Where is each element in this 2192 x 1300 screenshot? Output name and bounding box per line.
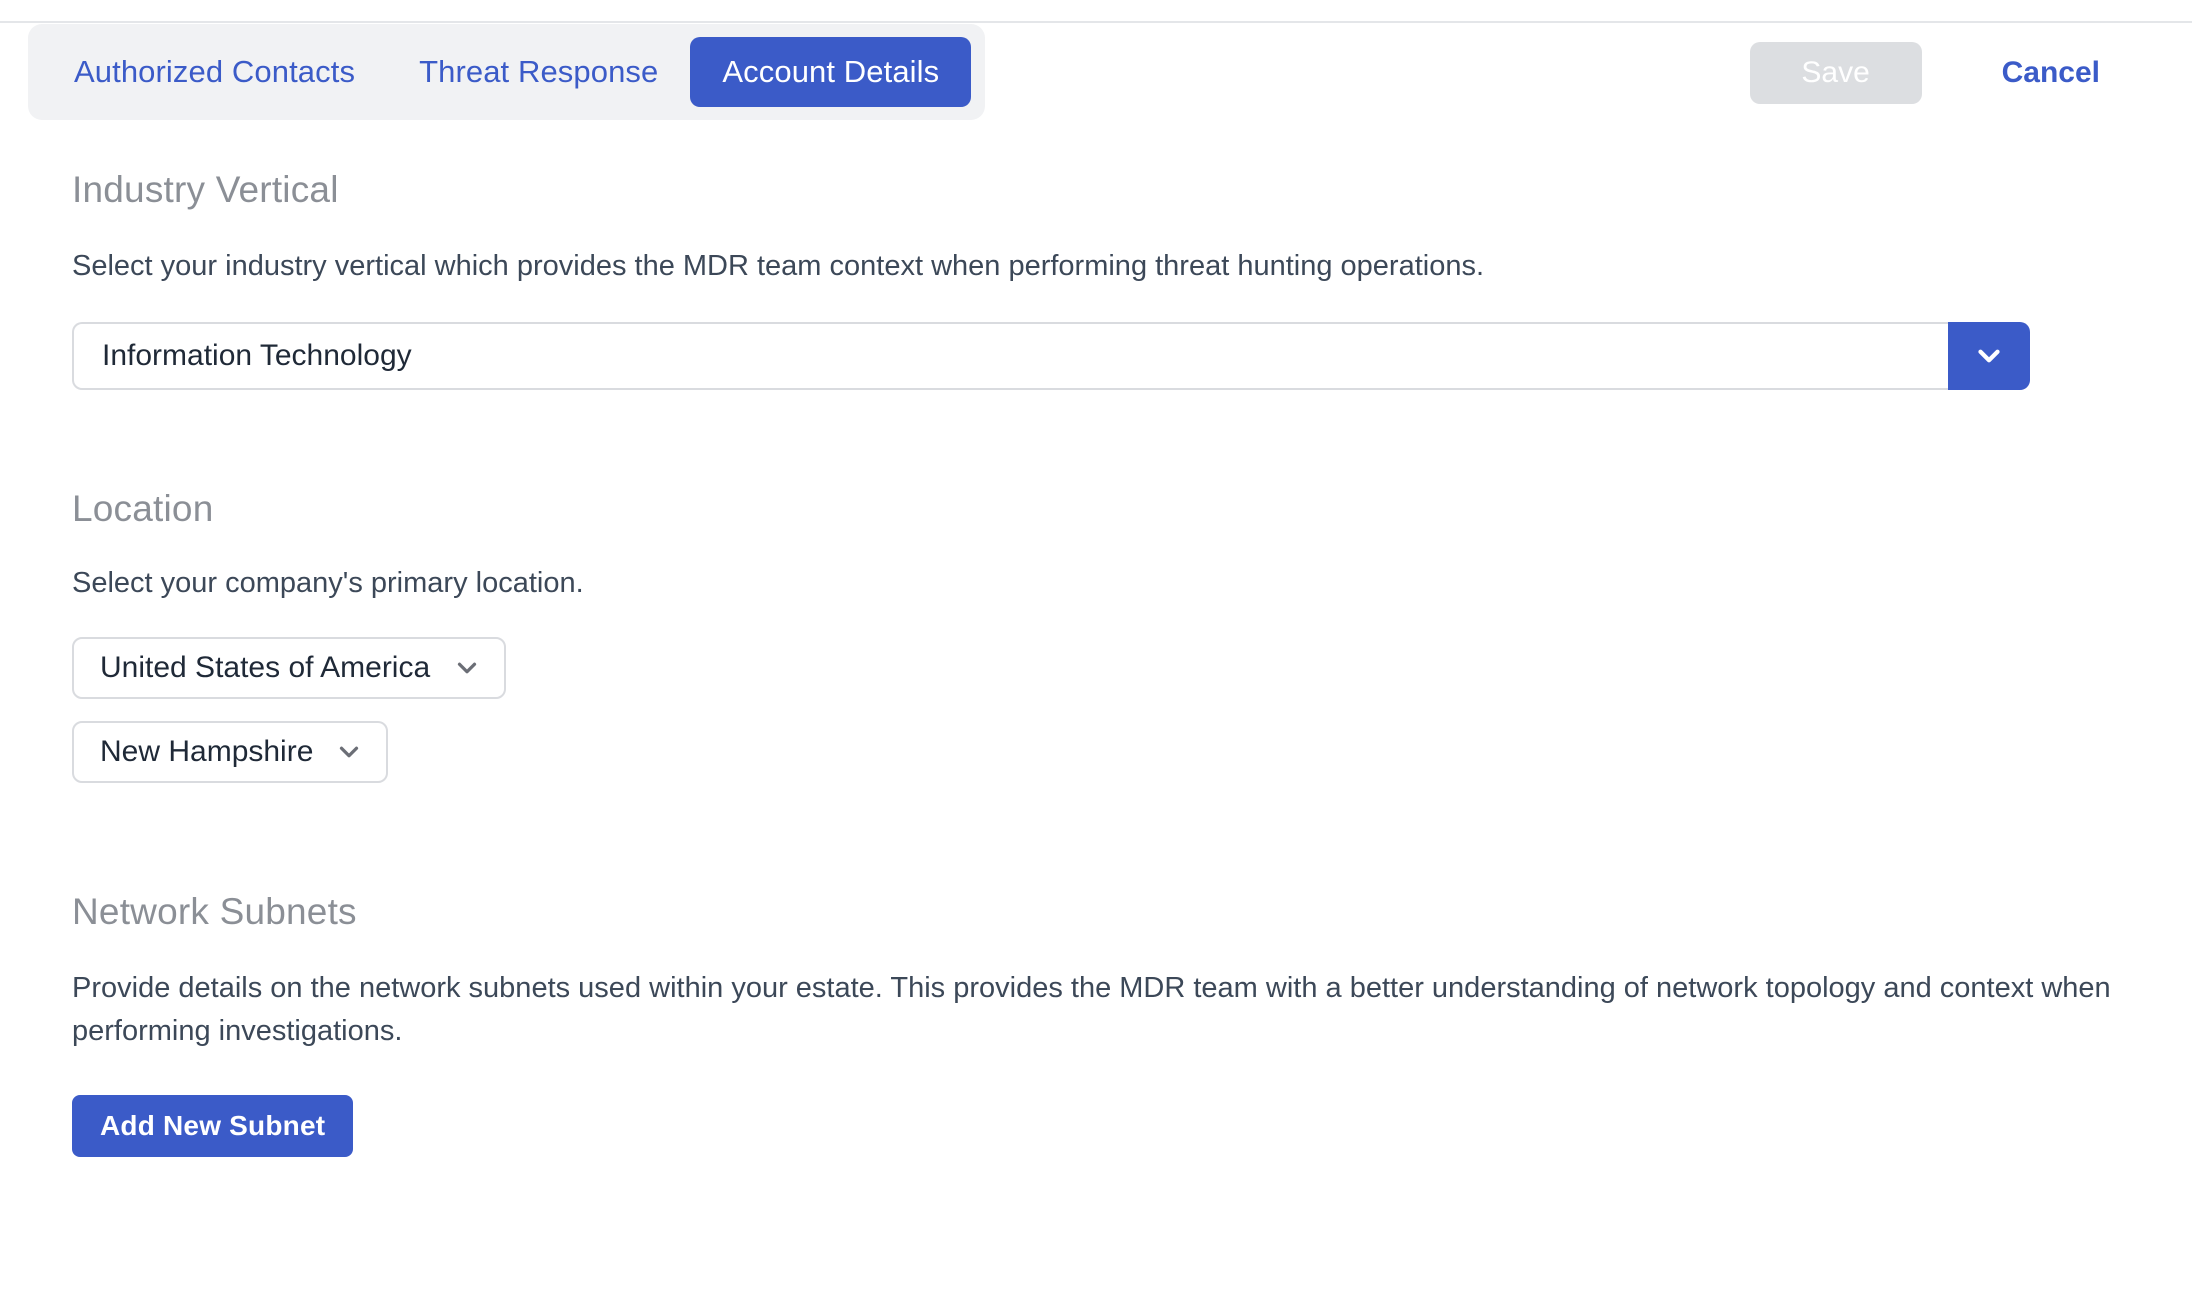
chevron-down-icon	[1972, 339, 2006, 373]
location-description: Select your company's primary location.	[72, 566, 584, 599]
cancel-button[interactable]: Cancel	[2002, 56, 2100, 90]
section-industry-vertical: Industry Vertical Select your industry v…	[0, 123, 2192, 390]
section-network-subnets: Network Subnets Provide details on the n…	[0, 783, 2192, 1157]
industry-vertical-input[interactable]	[72, 321, 1948, 390]
location-title: Location	[72, 487, 214, 529]
section-location: Location Select your company's primary l…	[0, 390, 2192, 783]
state-select-wrapper: New Hampshire	[72, 720, 388, 783]
page-content: Industry Vertical Select your industry v…	[0, 123, 2192, 1157]
industry-vertical-dropdown-button[interactable]	[1948, 321, 2030, 390]
network-subnets-description: Provide details on the network subnets u…	[72, 971, 2111, 1047]
tab-threat-response[interactable]: Threat Response	[387, 37, 690, 107]
industry-vertical-combobox	[72, 321, 2030, 390]
page-header: Authorized Contacts Threat Response Acco…	[0, 23, 2192, 123]
state-select[interactable]: New Hampshire	[72, 720, 388, 783]
industry-vertical-description: Select your industry vertical which prov…	[72, 250, 1485, 282]
tab-bar: Authorized Contacts Threat Response Acco…	[28, 24, 986, 120]
country-select-wrapper: United States of America	[72, 636, 506, 699]
industry-vertical-title: Industry Vertical	[72, 169, 339, 210]
network-subnets-title: Network Subnets	[72, 890, 357, 932]
save-button[interactable]: Save	[1749, 42, 1922, 104]
add-new-subnet-button[interactable]: Add New Subnet	[72, 1094, 354, 1157]
country-select[interactable]: United States of America	[72, 636, 506, 699]
header-actions: Save Cancel	[1749, 23, 2192, 123]
tab-authorized-contacts[interactable]: Authorized Contacts	[42, 37, 387, 107]
tab-account-details[interactable]: Account Details	[690, 37, 972, 107]
